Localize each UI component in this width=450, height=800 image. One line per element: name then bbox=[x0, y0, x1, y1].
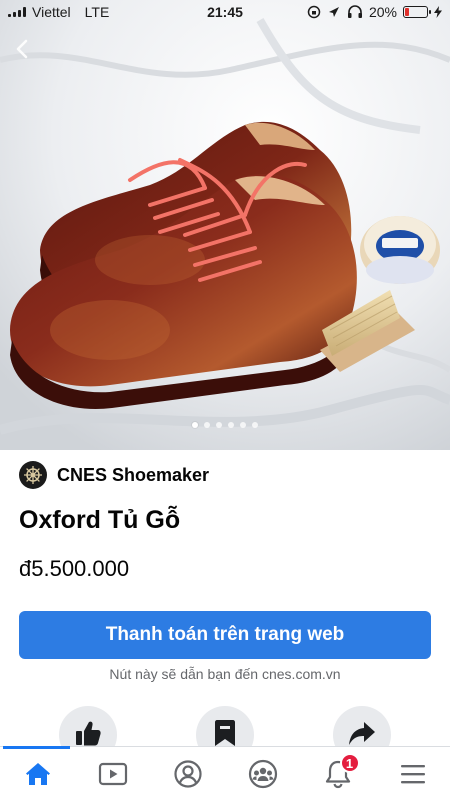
share-button[interactable] bbox=[333, 706, 391, 748]
menu-icon bbox=[400, 764, 425, 783]
shoes-photo bbox=[0, 0, 450, 450]
product-price: đ5.500.000 bbox=[19, 556, 130, 581]
rotation-lock-icon bbox=[307, 5, 321, 19]
carousel-dots bbox=[0, 422, 450, 428]
carousel-dot[interactable] bbox=[216, 422, 222, 428]
seller-avatar[interactable] bbox=[19, 461, 47, 489]
bookmark-icon bbox=[215, 720, 235, 746]
home-icon bbox=[25, 762, 50, 785]
cta-hint: Nút này sẽ dẫn bạn đến cnes.com.vn bbox=[109, 666, 341, 682]
ship-wheel-icon bbox=[24, 466, 42, 484]
battery-icon bbox=[403, 6, 431, 18]
carrier-name: Viettel bbox=[32, 4, 71, 20]
network-type: LTE bbox=[84, 4, 110, 20]
thumbs-up-icon bbox=[76, 721, 101, 746]
groups-icon bbox=[248, 759, 277, 788]
action-row bbox=[0, 706, 450, 748]
status-bar: Viettel LTE 21:45 20% bbox=[0, 0, 450, 24]
signal-icon bbox=[8, 7, 26, 17]
battery-percent: 20% bbox=[368, 4, 397, 20]
carousel-dot[interactable] bbox=[228, 422, 234, 428]
share-icon bbox=[349, 722, 375, 745]
nav-watch[interactable] bbox=[75, 747, 150, 800]
nav-groups[interactable] bbox=[225, 747, 300, 800]
nav-home[interactable] bbox=[0, 747, 75, 800]
nav-profile[interactable] bbox=[150, 747, 225, 800]
headphones-icon bbox=[347, 5, 362, 18]
clock: 21:45 bbox=[207, 4, 243, 20]
checkout-on-website-button[interactable]: Thanh toán trên trang web bbox=[19, 611, 431, 659]
save-button[interactable] bbox=[196, 706, 254, 748]
carousel-dot[interactable] bbox=[240, 422, 246, 428]
product-image[interactable] bbox=[0, 0, 450, 450]
carousel-dot[interactable] bbox=[192, 422, 198, 428]
carousel-dot[interactable] bbox=[252, 422, 258, 428]
charging-icon bbox=[434, 6, 442, 18]
chevron-left-icon[interactable] bbox=[10, 36, 36, 62]
location-icon bbox=[328, 7, 339, 17]
seller-name[interactable]: CNES Shoemaker bbox=[57, 465, 209, 486]
seller-row[interactable]: CNES Shoemaker bbox=[19, 461, 209, 489]
like-button[interactable] bbox=[59, 706, 117, 748]
video-icon bbox=[98, 762, 127, 785]
profile-icon bbox=[173, 759, 202, 788]
carousel-dot[interactable] bbox=[204, 422, 210, 428]
bottom-nav: 1 bbox=[0, 746, 450, 800]
notification-badge: 1 bbox=[339, 753, 360, 773]
nav-notifications[interactable]: 1 bbox=[300, 747, 375, 800]
product-title: Oxford Tủ Gỗ bbox=[19, 506, 181, 534]
nav-menu[interactable] bbox=[375, 747, 450, 800]
